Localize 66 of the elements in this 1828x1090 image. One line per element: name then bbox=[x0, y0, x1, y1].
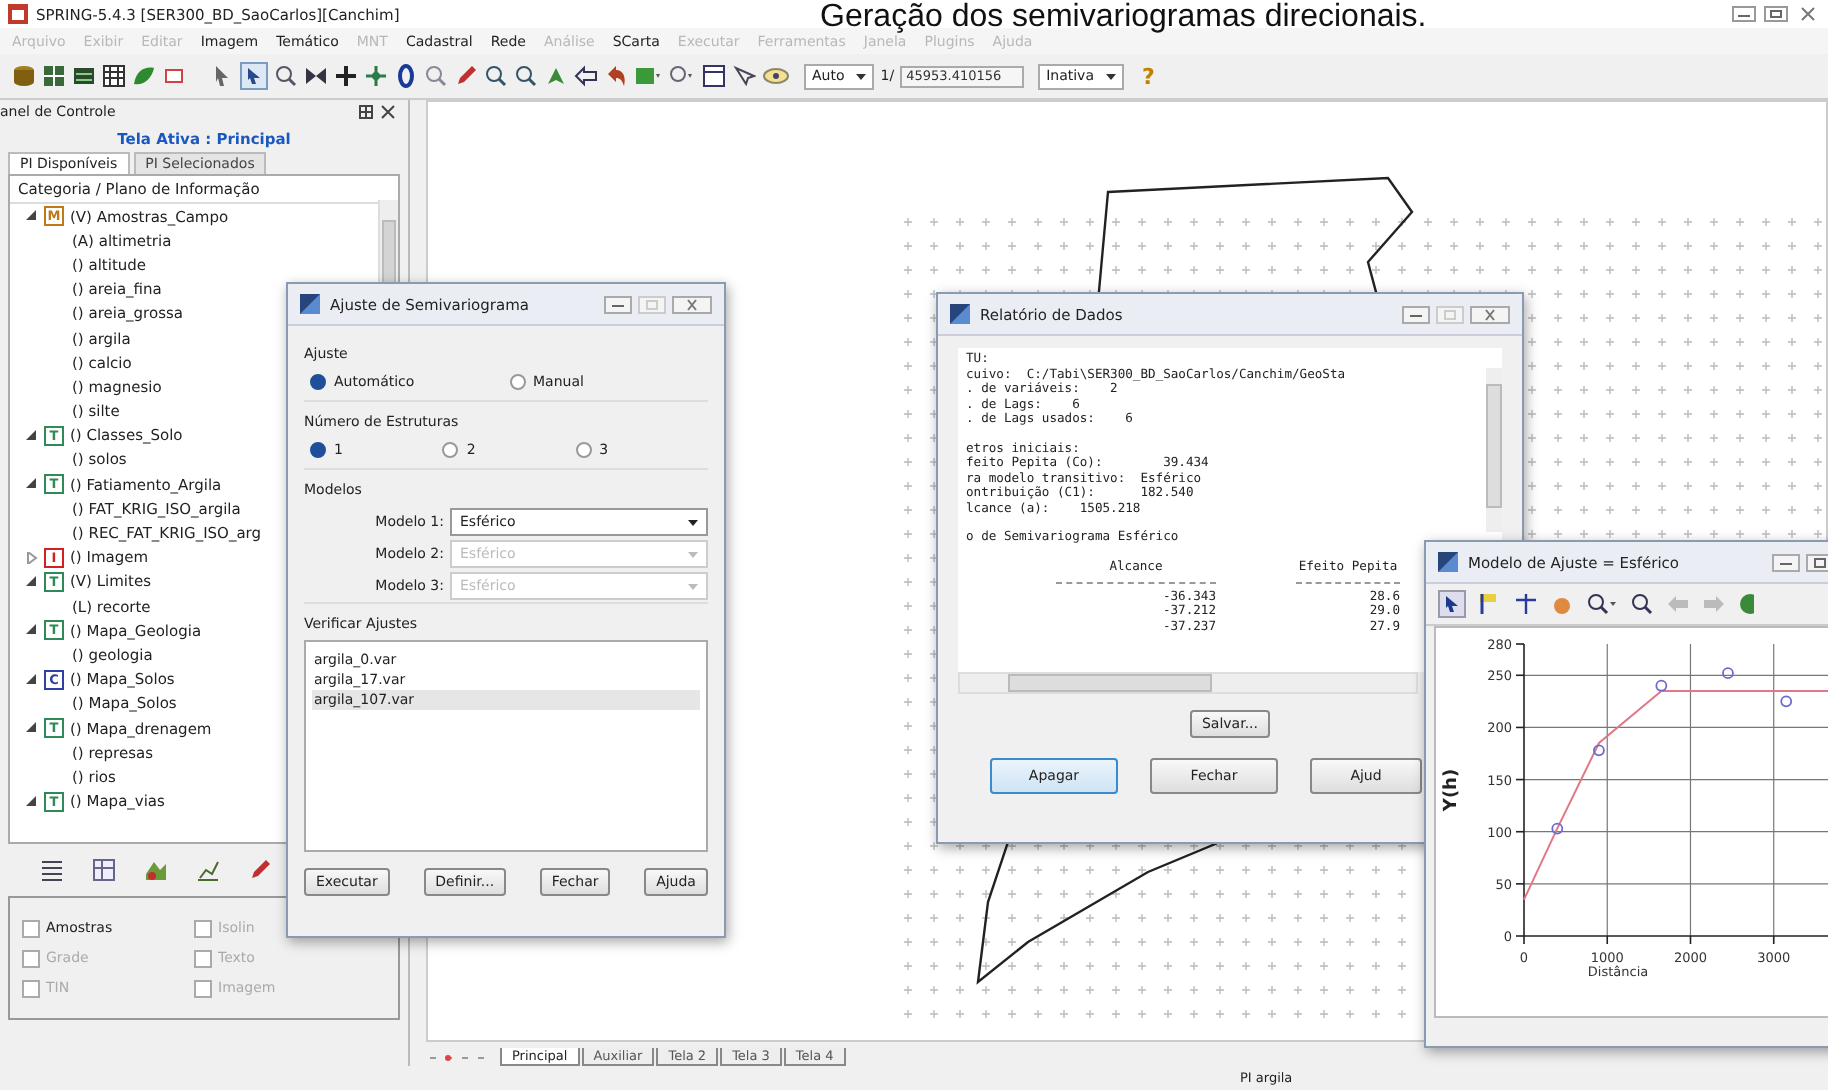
minimize-icon[interactable] bbox=[1772, 553, 1800, 571]
zoom-out-icon[interactable] bbox=[1630, 592, 1654, 616]
move-icon[interactable] bbox=[364, 64, 388, 88]
zoom-in-icon[interactable] bbox=[484, 64, 508, 88]
cursor-link-icon[interactable] bbox=[732, 64, 756, 88]
fit-icon[interactable] bbox=[304, 64, 328, 88]
expand-icon[interactable] bbox=[26, 624, 38, 637]
grid-icon[interactable] bbox=[42, 64, 66, 88]
app-icon bbox=[950, 304, 970, 324]
back-arrow-icon[interactable] bbox=[574, 64, 598, 88]
expand-icon[interactable] bbox=[26, 210, 38, 223]
app-icon bbox=[300, 294, 320, 314]
select-tool-icon[interactable] bbox=[240, 62, 268, 90]
pin-icon[interactable] bbox=[358, 104, 374, 120]
minimize-icon[interactable] bbox=[1402, 305, 1430, 323]
close-icon[interactable] bbox=[1796, 6, 1820, 22]
square-icon[interactable] bbox=[162, 64, 186, 88]
palette-icon[interactable] bbox=[634, 64, 662, 88]
chart-icon[interactable] bbox=[196, 858, 220, 882]
expand-icon[interactable] bbox=[26, 575, 38, 588]
expand-icon[interactable] bbox=[26, 795, 38, 808]
caret-icon bbox=[688, 519, 698, 525]
layers-icon[interactable] bbox=[72, 64, 96, 88]
pointer-icon[interactable] bbox=[210, 64, 234, 88]
close-icon[interactable] bbox=[672, 295, 712, 313]
close-icon[interactable] bbox=[1470, 305, 1510, 323]
caret-icon bbox=[856, 73, 867, 79]
expand-icon[interactable] bbox=[26, 478, 38, 491]
eye-icon[interactable] bbox=[762, 64, 790, 88]
scrollbar[interactable] bbox=[958, 672, 1418, 694]
tab-navigation-icon[interactable] bbox=[430, 1050, 490, 1066]
caret-icon bbox=[1106, 73, 1116, 79]
maximize-icon[interactable] bbox=[1806, 553, 1828, 571]
minimize-icon[interactable] bbox=[1732, 6, 1756, 22]
zoom-in-icon[interactable] bbox=[1586, 592, 1618, 616]
y-axis-label: Y(h) bbox=[1442, 768, 1462, 812]
crosshair-icon[interactable] bbox=[1514, 592, 1538, 616]
expand-icon[interactable] bbox=[26, 722, 38, 735]
leaf-icon[interactable] bbox=[132, 64, 156, 88]
pencil-icon[interactable] bbox=[454, 64, 478, 88]
window-icon[interactable] bbox=[702, 64, 726, 88]
scrollbar[interactable] bbox=[1486, 368, 1502, 532]
plus-icon[interactable] bbox=[334, 64, 358, 88]
close-icon[interactable] bbox=[380, 104, 396, 120]
minimize-icon[interactable] bbox=[604, 295, 632, 313]
zoom-out-icon[interactable] bbox=[514, 64, 538, 88]
data-point bbox=[1655, 679, 1668, 692]
list-icon[interactable] bbox=[40, 858, 64, 882]
app-icon bbox=[1438, 552, 1458, 572]
data-point bbox=[1722, 667, 1734, 680]
expand-icon[interactable] bbox=[26, 673, 38, 686]
caret-icon bbox=[688, 551, 698, 557]
data-point bbox=[1780, 695, 1793, 708]
slide-caption: Geração dos semivariogramas direcionais. bbox=[820, 0, 1427, 34]
expand-icon[interactable] bbox=[26, 429, 38, 442]
data-point bbox=[1551, 822, 1564, 835]
map-icon[interactable] bbox=[144, 858, 168, 882]
table-icon[interactable] bbox=[102, 64, 126, 88]
data-point bbox=[1593, 744, 1605, 757]
pointer-icon[interactable] bbox=[1438, 590, 1466, 618]
maximize-icon[interactable] bbox=[1764, 6, 1788, 22]
undo-icon[interactable] bbox=[604, 64, 628, 88]
caret-icon bbox=[688, 583, 698, 589]
database-icon[interactable] bbox=[12, 64, 36, 88]
pencil-icon[interactable] bbox=[248, 858, 272, 882]
select-area-icon[interactable] bbox=[1478, 592, 1502, 616]
